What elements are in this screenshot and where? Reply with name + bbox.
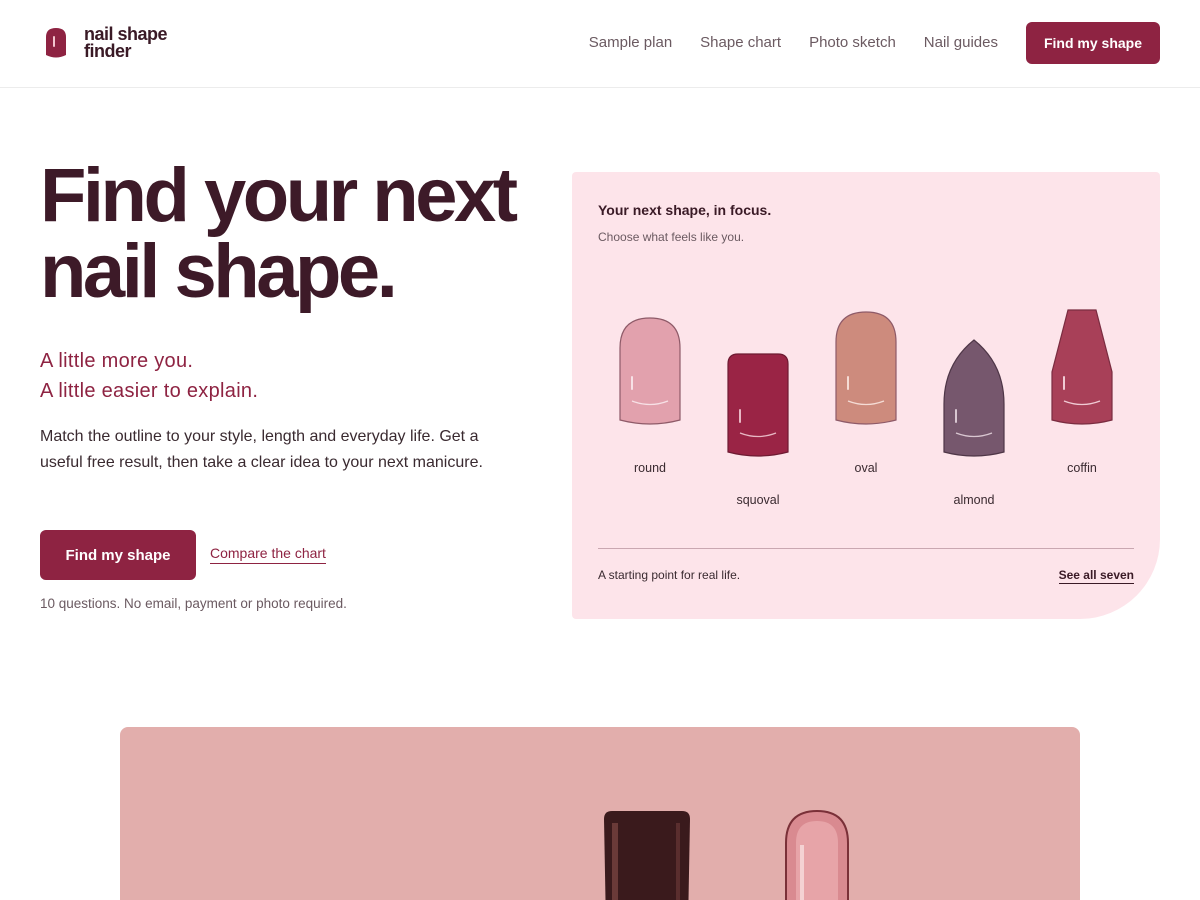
coffin-nail-icon[interactable] xyxy=(1051,309,1113,425)
shape-label-coffin: coffin xyxy=(1067,461,1097,475)
almond-nail-icon[interactable] xyxy=(943,339,1005,457)
hero-title: Find your next nail shape. xyxy=(40,158,540,310)
find-shape-button[interactable]: Find my shape xyxy=(40,530,196,580)
compare-chart-link[interactable]: Compare the chart xyxy=(210,545,326,564)
shape-label-squoval: squoval xyxy=(736,493,780,507)
shape-label-oval: oval xyxy=(854,461,878,475)
hero-title-line1: Find your next xyxy=(40,153,518,238)
card-divider xyxy=(598,548,1134,549)
nav-shape-chart[interactable]: Shape chart xyxy=(700,34,781,51)
nav-sample-plan[interactable]: Sample plan xyxy=(589,34,672,51)
header-find-shape-button[interactable]: Find my shape xyxy=(1026,22,1160,64)
brand-name: nail shape finder xyxy=(84,25,174,61)
oval-nail-icon[interactable] xyxy=(835,311,897,425)
brand-logo[interactable]: nail shape finder xyxy=(44,25,174,61)
nail-shapes-illustration xyxy=(619,309,1113,457)
card-footer-text: A starting point for real life. xyxy=(598,568,741,582)
hero-tagline: A little more you. A little easier to ex… xyxy=(40,346,258,406)
shape-label-round: round xyxy=(634,461,666,475)
site-header: nail shape finder Sample plan Shape char… xyxy=(0,0,1200,88)
shape-label-almond: almond xyxy=(953,493,995,507)
nail-logo-icon xyxy=(46,28,66,58)
hero-note: 10 questions. No email, payment or photo… xyxy=(40,596,347,611)
main-nav: Sample plan Shape chart Photo sketch Nai… xyxy=(589,34,998,51)
nail-polish-photo xyxy=(120,727,1080,900)
brand-name-line2: finder xyxy=(84,41,132,61)
tagline-line1: A little more you. xyxy=(40,350,194,372)
nav-nail-guides[interactable]: Nail guides xyxy=(924,34,998,51)
hero-title-line2: nail shape. xyxy=(40,229,398,314)
polish-bottle-illustration xyxy=(604,809,849,900)
shape-preview-card: Your next shape, in focus. Choose what f… xyxy=(572,172,1160,619)
see-all-link[interactable]: See all seven xyxy=(1058,568,1134,584)
round-nail-icon[interactable] xyxy=(619,317,681,425)
nav-photo-sketch[interactable]: Photo sketch xyxy=(809,34,896,51)
tagline-line2: A little easier to explain. xyxy=(40,380,259,402)
squoval-nail-icon[interactable] xyxy=(727,353,789,457)
hero-description: Match the outline to your style, length … xyxy=(40,428,483,471)
